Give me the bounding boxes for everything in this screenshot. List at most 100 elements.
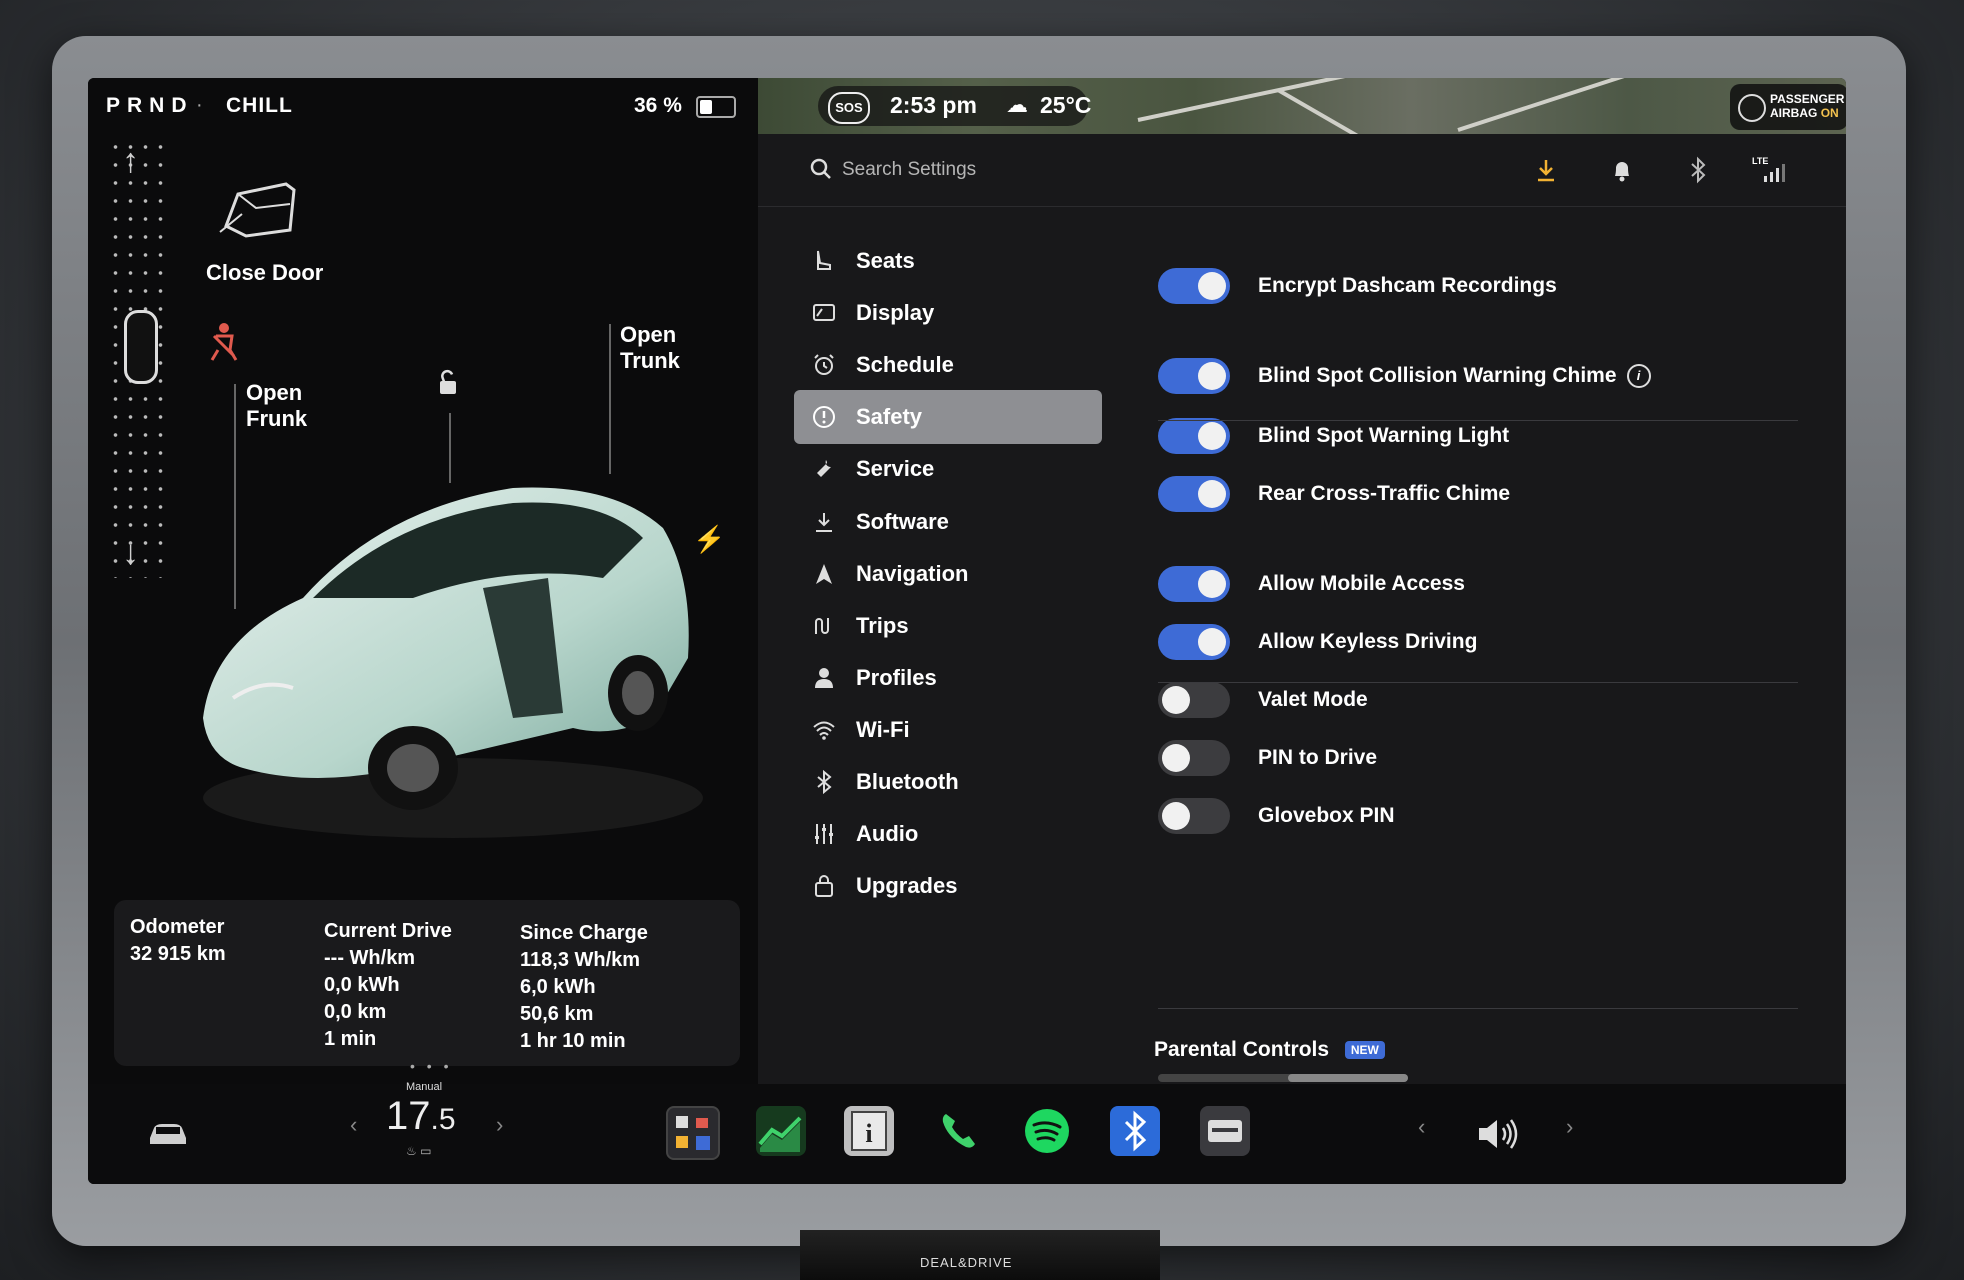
toggle-switch[interactable]: [1158, 682, 1230, 718]
option-label: Blind Spot Collision Warning Chime i: [1258, 364, 1651, 389]
search-settings-input[interactable]: [840, 152, 1344, 188]
option-label-text: Valet Mode: [1258, 688, 1368, 711]
car-door-icon[interactable]: [216, 174, 306, 244]
nav-item-software[interactable]: Software: [794, 495, 1102, 549]
scrollbar[interactable]: [1158, 1074, 1408, 1082]
airbag-line1: PASSENGER: [1770, 92, 1845, 106]
lte-signal-icon: LTE: [1752, 156, 1792, 184]
nav-item-profiles[interactable]: Profiles: [794, 651, 1102, 705]
search-icon: [810, 158, 831, 179]
bluetooth-status-icon[interactable]: [1684, 156, 1712, 184]
open-frunk-line2: Frunk: [246, 406, 308, 431]
open-frunk-line1: Open: [246, 380, 303, 405]
status-separator: ·: [196, 94, 203, 116]
shopping-bag-icon: [815, 875, 833, 898]
info-icon[interactable]: i: [1626, 364, 1651, 389]
sos-button[interactable]: SOS: [828, 92, 870, 124]
temp-up-button[interactable]: ›: [496, 1112, 503, 1138]
toggle-knob: [1198, 628, 1226, 656]
outside-temperature: 25°C: [1040, 92, 1092, 118]
option-label: Allow Keyless Driving: [1258, 630, 1477, 654]
nav-item-schedule[interactable]: Schedule: [794, 338, 1102, 392]
open-trunk-button[interactable]: Open Trunk: [620, 322, 680, 374]
nav-item-service[interactable]: Service: [794, 442, 1102, 496]
nav-item-label: Service: [856, 456, 935, 482]
toggle-switch[interactable]: [1158, 418, 1230, 454]
dashcam-glyph-icon: [1208, 1120, 1242, 1142]
toggle-knob: [1198, 480, 1226, 508]
option-label: Blind Spot Warning Light: [1258, 424, 1509, 448]
svg-text:i: i: [865, 1119, 872, 1148]
open-trunk-line1: Open: [620, 322, 677, 347]
manual-icon[interactable]: i: [844, 1106, 894, 1156]
odometer-title: Odometer: [130, 916, 225, 938]
section-divider: [1158, 682, 1798, 683]
nav-item-audio[interactable]: Audio: [794, 807, 1102, 861]
touchscreen: PRND · CHILL 36 % ↑ ↓ Close Door Open Fr…: [88, 78, 1846, 1184]
seat-icon: [817, 250, 831, 270]
nav-item-wi-fi[interactable]: Wi-Fi: [794, 703, 1102, 757]
nav-item-safety[interactable]: Safety: [794, 390, 1102, 445]
toggle-switch[interactable]: [1158, 268, 1230, 304]
nav-item-seats[interactable]: Seats: [794, 234, 1102, 288]
nav-item-navigation[interactable]: Navigation: [794, 547, 1102, 601]
nav-item-label: Profiles: [856, 664, 937, 690]
nav-item-label: Safety: [856, 404, 923, 430]
close-door-button[interactable]: Close Door: [206, 260, 323, 286]
trunk-pointer-line: [609, 324, 611, 474]
volume-down-button[interactable]: ‹: [1418, 1114, 1425, 1140]
gear-shift-slider[interactable]: ↑ ↓: [108, 138, 168, 578]
unlock-icon[interactable]: [432, 368, 462, 398]
since-charge-distance: 50,6 km: [520, 1003, 594, 1025]
nav-item-bluetooth[interactable]: Bluetooth: [794, 755, 1102, 809]
bell-icon[interactable]: [1608, 156, 1636, 184]
nav-item-upgrades[interactable]: Upgrades: [794, 859, 1102, 913]
car-icon[interactable]: [146, 1118, 190, 1148]
open-trunk-line2: Trunk: [620, 348, 680, 373]
dashcam-icon[interactable]: [1200, 1106, 1250, 1156]
scrollbar-thumb[interactable]: [1288, 1074, 1408, 1082]
new-badge: NEW: [1344, 1041, 1385, 1060]
open-frunk-button[interactable]: Open Frunk: [246, 380, 307, 432]
since-charge-duration: 1 hr 10 min: [520, 1030, 626, 1052]
toggle-switch[interactable]: [1158, 624, 1230, 660]
display-icon: [813, 304, 835, 322]
toggle-switch[interactable]: [1158, 740, 1230, 776]
volume-icon[interactable]: [1473, 1116, 1521, 1152]
parental-controls-label: Parental Controls: [1154, 1038, 1330, 1061]
temp-int: 17: [386, 1094, 431, 1138]
toggle-switch[interactable]: [1158, 358, 1230, 394]
drive-mode[interactable]: CHILL: [226, 94, 293, 118]
bluetooth-app-icon[interactable]: [1110, 1106, 1160, 1156]
defrost-icons: ♨ ▭: [406, 1144, 432, 1158]
nav-item-trips[interactable]: Trips: [794, 599, 1102, 653]
airbag-text: PASSENGER AIRBAG ON: [1770, 92, 1844, 120]
nav-item-label: Seats: [856, 248, 915, 273]
toggle-switch[interactable]: [1158, 798, 1230, 834]
nav-item-label: Bluetooth: [856, 769, 959, 794]
watermark-brand: DEAL&DRIVE: [920, 1255, 1013, 1270]
temp-down-button[interactable]: ‹: [350, 1112, 357, 1138]
arrow-up-icon: ↑: [122, 142, 139, 180]
car-render: [203, 487, 703, 838]
mini-car-icon[interactable]: [124, 310, 158, 384]
current-drive-efficiency: --- Wh/km: [324, 947, 416, 969]
option-label-text: Allow Keyless Driving: [1258, 630, 1478, 653]
nav-item-display[interactable]: Display: [794, 286, 1102, 340]
toybox-icon[interactable]: [666, 1106, 720, 1160]
stocks-icon[interactable]: [756, 1106, 806, 1156]
download-icon[interactable]: [1532, 156, 1560, 184]
alert-circle-icon: [813, 406, 835, 429]
phone-icon[interactable]: [934, 1106, 984, 1156]
toggle-switch[interactable]: [1158, 476, 1230, 512]
manual-glyph-icon: i: [851, 1111, 887, 1151]
parental-controls-heading[interactable]: Parental Controls NEW: [1154, 1038, 1385, 1062]
toggle-switch[interactable]: [1158, 566, 1230, 602]
option-label-text: Glovebox PIN: [1258, 804, 1395, 827]
option-label: Encrypt Dashcam Recordings: [1258, 274, 1557, 298]
volume-up-button[interactable]: ›: [1566, 1114, 1573, 1140]
option-label: Glovebox PIN: [1258, 804, 1395, 828]
cabin-temperature[interactable]: 17.5: [386, 1094, 456, 1139]
option-glovebox-pin: Glovebox PIN: [1158, 794, 1798, 838]
spotify-icon[interactable]: [1022, 1106, 1072, 1156]
